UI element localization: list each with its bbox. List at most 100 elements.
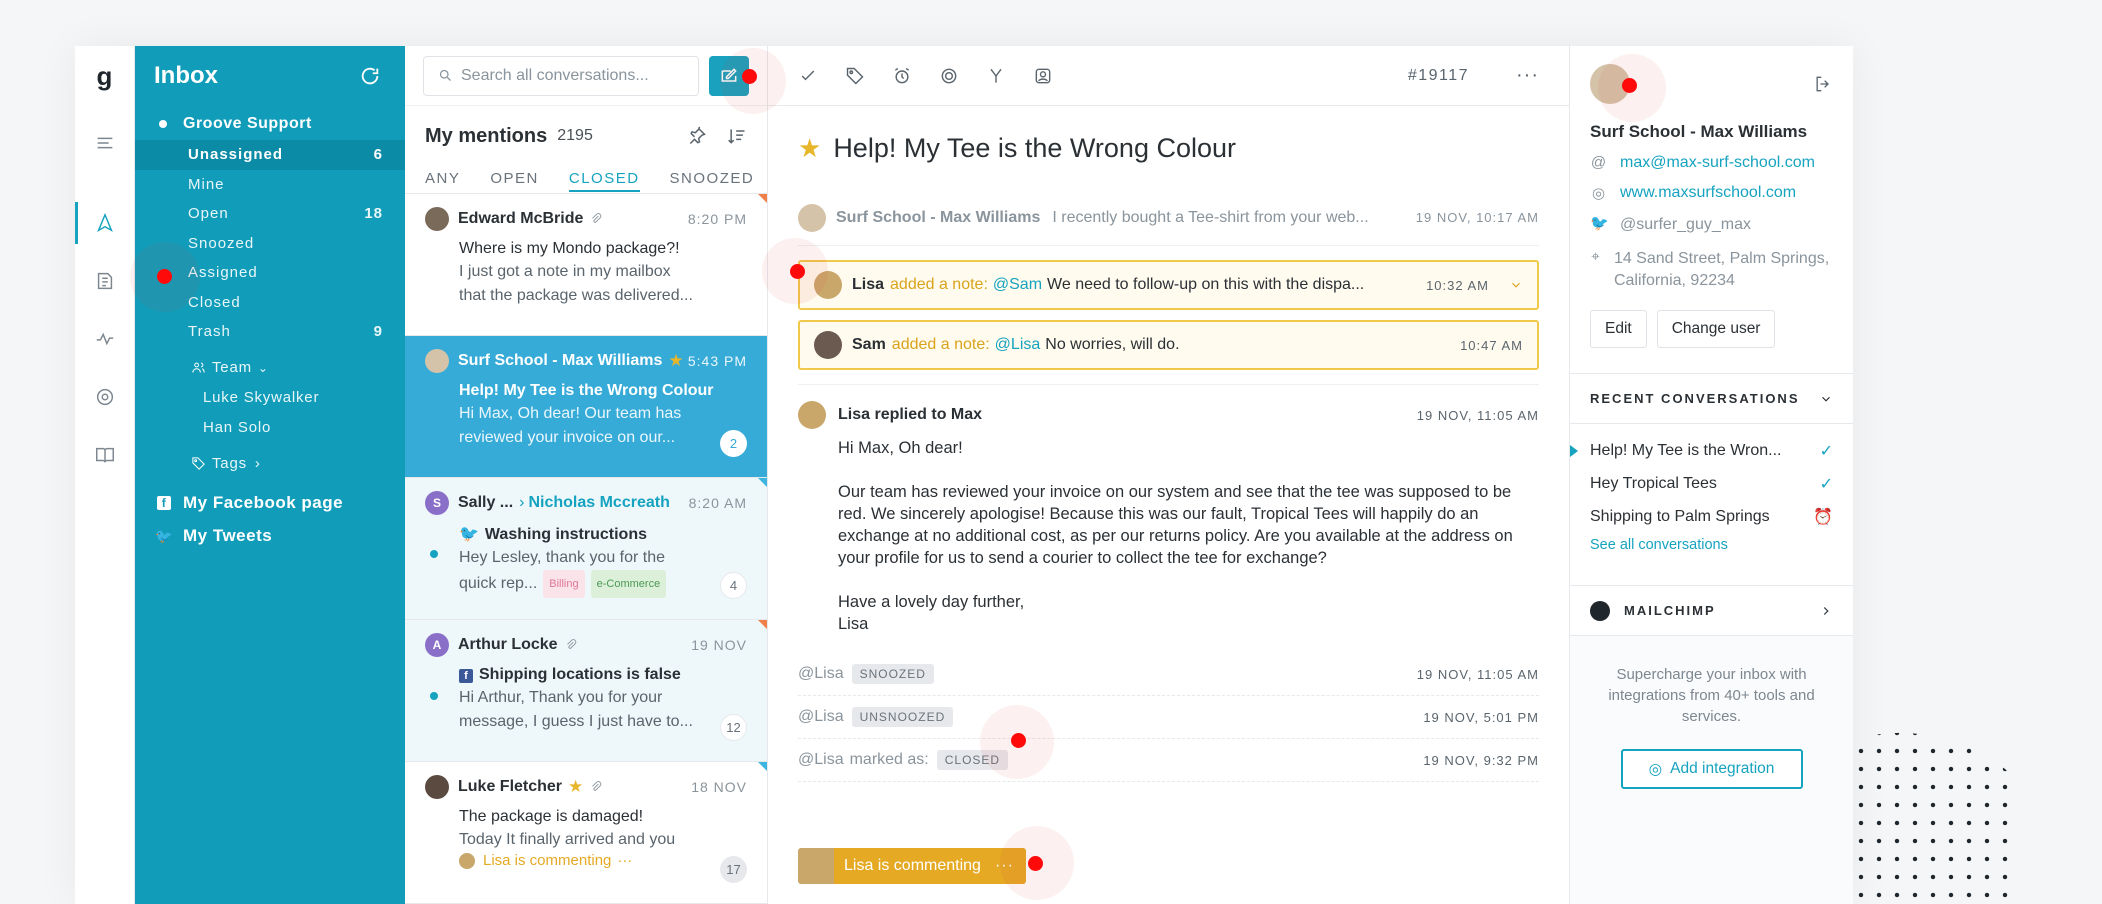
recent-conversation-item[interactable]: Hey Tropical Tees ✓: [1590, 467, 1833, 500]
conversation-item[interactable]: A Arthur Locke 19 NOV f Shipping location…: [405, 620, 767, 762]
subject-heading: Help! My Tee is the Wrong Colour: [833, 132, 1236, 163]
list-title: My mentions: [425, 124, 548, 147]
add-integration-button[interactable]: ◎ Add integration: [1620, 749, 1803, 789]
recent-conversation-item[interactable]: Help! My Tee is the Wron... ✓: [1570, 434, 1833, 467]
tab-open[interactable]: OPEN: [490, 170, 539, 187]
conversation-item[interactable]: Edward McBride 8:20 PM Where is my Mondo…: [405, 194, 767, 336]
customer-email[interactable]: max@max-surf-school.com: [1620, 154, 1815, 172]
unread-dot: [430, 692, 438, 700]
sort-icon[interactable]: [727, 126, 747, 146]
my-tweets[interactable]: 🐦 My Tweets: [135, 520, 405, 553]
avatar: [425, 349, 449, 373]
mailbox-groove-support[interactable]: Groove Support: [135, 108, 405, 140]
note-action: added a note:: [890, 276, 988, 293]
note-time: 10:47 AM: [1460, 337, 1523, 353]
nav-rail: g: [75, 46, 135, 904]
priority-icon[interactable]: [939, 66, 959, 86]
note-text: We need to follow-up on this with the di…: [1047, 276, 1365, 293]
conversation-item-selected[interactable]: Surf School - Max Williams ★ 5:43 PM Hel…: [405, 336, 767, 478]
star-icon[interactable]: ★: [798, 133, 821, 164]
chevron-down-icon[interactable]: [1509, 278, 1523, 292]
team-member-luke[interactable]: Luke Skywalker: [135, 383, 405, 413]
sender-name: Edward McBride: [458, 210, 584, 227]
tab-any[interactable]: ANY: [425, 170, 460, 187]
avatar: [425, 207, 449, 231]
conversations-icon[interactable]: [75, 194, 135, 252]
conversation-item[interactable]: Luke Fletcher ★ 18 NOV The package is da…: [405, 762, 767, 904]
check-icon[interactable]: [798, 66, 818, 86]
recent-conversation-item[interactable]: Shipping to Palm Springs ⏰: [1590, 500, 1833, 533]
menu-icon[interactable]: [75, 114, 135, 172]
exit-icon[interactable]: [1813, 74, 1833, 94]
customer-website-row: ◎ www.maxsurfschool.com: [1590, 184, 1833, 202]
customer-website[interactable]: www.maxsurfschool.com: [1620, 184, 1796, 202]
more-icon[interactable]: ···: [1516, 64, 1539, 87]
docs-icon[interactable]: [75, 426, 135, 484]
twitter-icon: 🐦: [155, 527, 173, 544]
priority-corner: [758, 478, 767, 487]
pin-icon[interactable]: [687, 126, 707, 146]
section-title: MAILCHIMP: [1624, 603, 1716, 618]
logo-text: g: [96, 60, 113, 91]
merge-icon[interactable]: [986, 66, 1006, 86]
tag-icon[interactable]: [845, 66, 865, 86]
mailchimp-section[interactable]: MAILCHIMP: [1570, 586, 1853, 636]
folder-label: Closed: [188, 293, 241, 311]
item-subject: f Shipping locations is false: [459, 666, 747, 684]
marker-dot: [1011, 733, 1026, 748]
subject-text: Washing instructions: [484, 526, 647, 543]
knowledge-base-icon[interactable]: [75, 252, 135, 310]
tag-billing[interactable]: Billing: [543, 570, 585, 598]
item-subject: The package is damaged!: [459, 808, 644, 825]
snooze-alarm-icon[interactable]: [892, 66, 912, 86]
assign-icon[interactable]: [1033, 66, 1053, 86]
team-toggle[interactable]: Team ⌄: [135, 353, 405, 383]
plus-circle-icon: ◎: [1648, 760, 1663, 778]
settings-icon[interactable]: [75, 368, 135, 426]
groove-logo[interactable]: g: [75, 46, 135, 106]
item-time: 8:20 PM: [687, 211, 747, 227]
marker-dot: [1622, 78, 1637, 93]
chevron-down-icon: [1822, 396, 1830, 402]
change-user-button[interactable]: Change user: [1656, 310, 1776, 348]
marker-dot: [790, 264, 805, 279]
search-placeholder: Search all conversations...: [461, 66, 649, 84]
ticket-number: #19117: [1407, 66, 1470, 84]
folder-open[interactable]: Open 18: [135, 199, 405, 229]
star-icon[interactable]: ★: [568, 777, 583, 797]
facebook-page[interactable]: f My Facebook page: [135, 487, 405, 520]
folder-unassigned[interactable]: Unassigned 6: [135, 140, 405, 170]
refresh-icon[interactable]: [359, 65, 381, 87]
internal-note[interactable]: Sam added a note: @Lisa No worries, will…: [798, 320, 1539, 370]
commenting-label: Lisa is commenting ···: [834, 848, 1026, 884]
tab-closed[interactable]: CLOSED: [568, 170, 640, 192]
marker-dot: [157, 269, 172, 284]
note-mention[interactable]: @Sam: [993, 276, 1042, 294]
tab-snoozed[interactable]: SNOOZED: [670, 170, 755, 187]
team-member-han[interactable]: Han Solo: [135, 413, 405, 443]
edit-button[interactable]: Edit: [1590, 310, 1647, 348]
subject-text: Shipping locations is false: [479, 666, 681, 683]
collapsed-message[interactable]: Surf School - Max Williams I recently bo…: [798, 190, 1539, 246]
folder-mine[interactable]: Mine: [135, 170, 405, 200]
note-text: No worries, will do.: [1045, 336, 1180, 353]
list-count: 2195: [557, 127, 593, 144]
tags-toggle[interactable]: Tags ›: [135, 449, 405, 479]
list-header: My mentions 2195: [405, 106, 767, 166]
item-subject: Where is my Mondo package?!: [459, 240, 680, 257]
internal-note[interactable]: Lisa added a note: @Sam We need to follo…: [798, 260, 1539, 310]
search-input[interactable]: Search all conversations...: [423, 55, 699, 96]
folder-trash[interactable]: Trash 9: [135, 317, 405, 347]
reports-icon[interactable]: [75, 310, 135, 368]
avatar: [814, 331, 842, 359]
recent-label: Shipping to Palm Springs: [1590, 507, 1770, 525]
conversation-item[interactable]: S Sally ... › Nicholas Mccreath 8:20 AM …: [405, 478, 767, 620]
reply-signature: Lisa: [838, 615, 869, 633]
see-all-link[interactable]: See all conversations: [1590, 537, 1833, 553]
recent-conversations-header[interactable]: RECENT CONVERSATIONS: [1570, 374, 1853, 424]
note-mention[interactable]: @Lisa: [995, 336, 1041, 354]
tag-icon: [192, 457, 205, 470]
tag-ecommerce[interactable]: e-Commerce: [590, 570, 667, 598]
globe-icon: ◎: [1591, 185, 1606, 202]
star-icon[interactable]: ★: [668, 351, 683, 371]
